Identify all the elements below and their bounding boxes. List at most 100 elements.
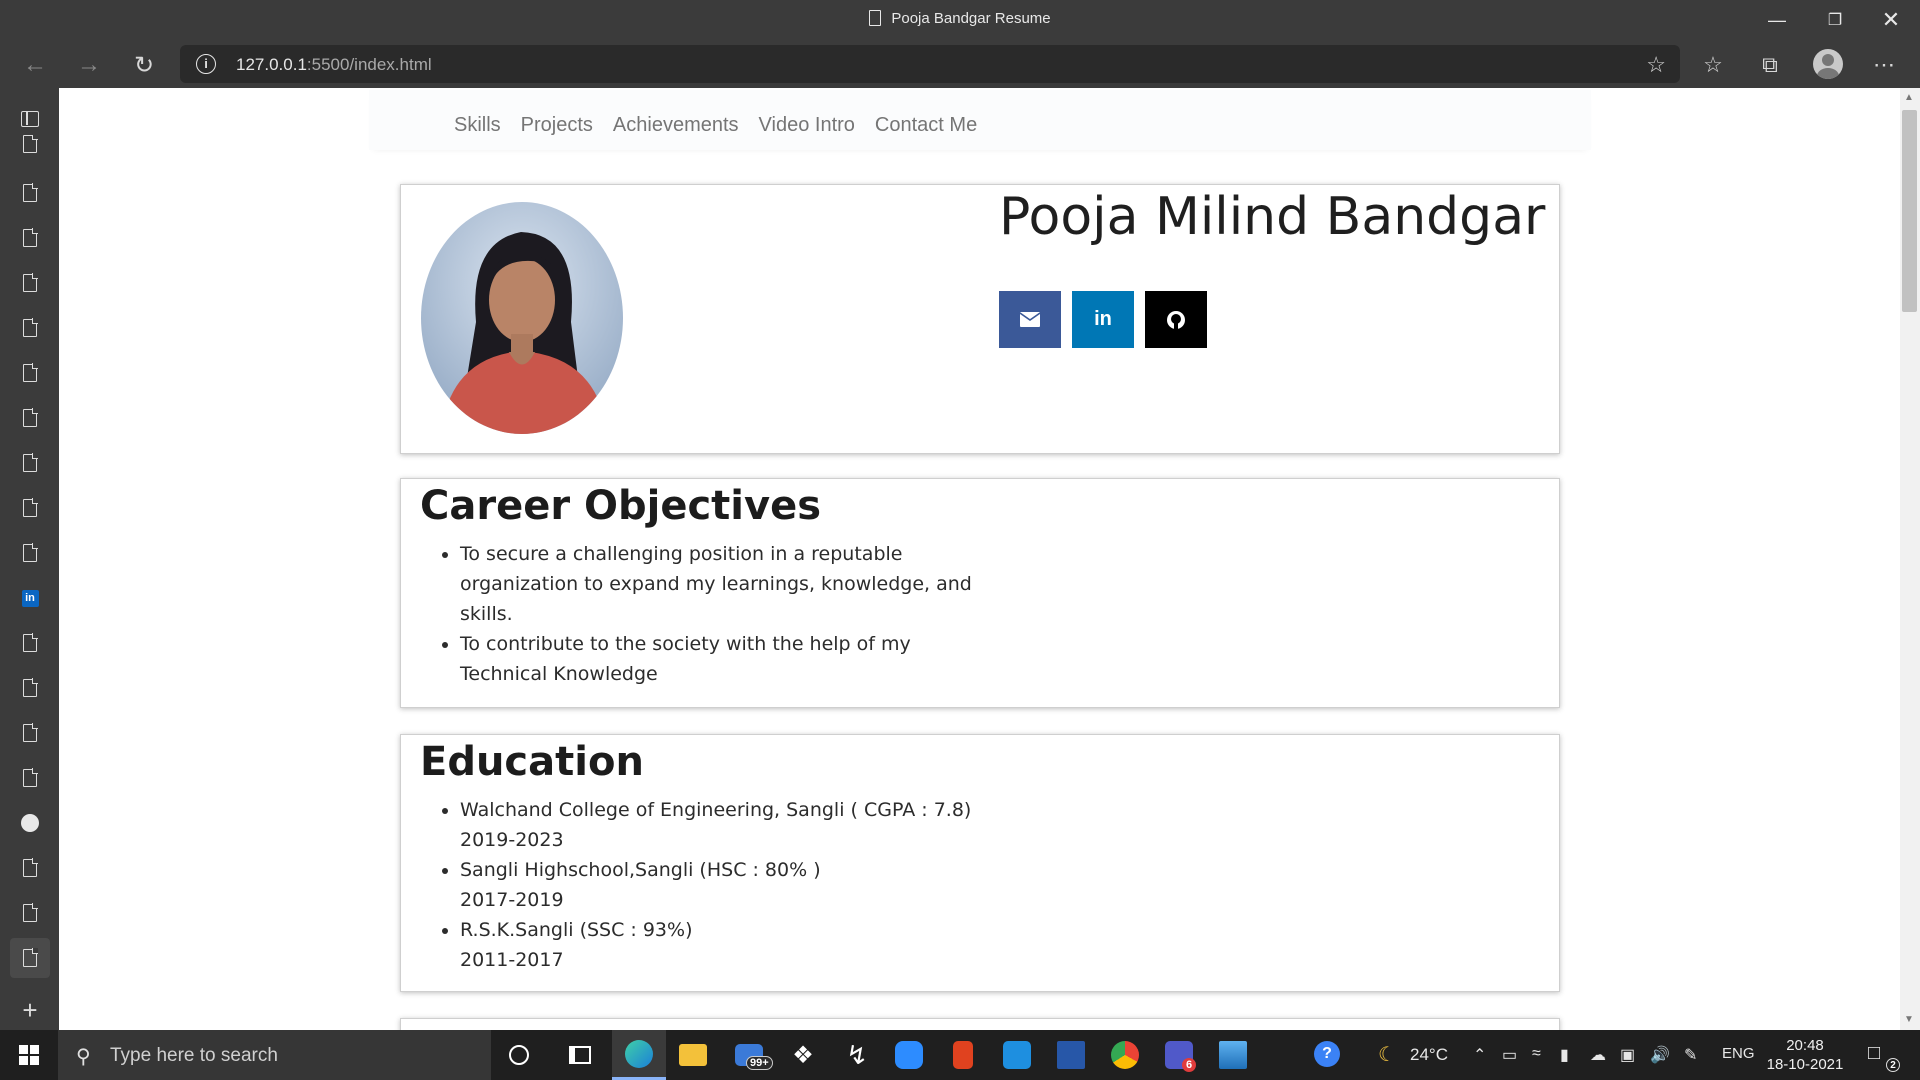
vertical-tab[interactable] [14, 312, 46, 344]
nav-link-projects[interactable]: Projects [521, 114, 593, 137]
close-button[interactable]: ✕ [1862, 0, 1920, 40]
minimize-button[interactable]: — [1748, 0, 1806, 40]
back-button[interactable]: ← [17, 47, 53, 83]
task-view-icon [569, 1046, 591, 1064]
site-info-icon[interactable]: i [196, 54, 216, 74]
list-item: To secure a challenging position in a re… [460, 539, 1000, 629]
profile-name: Pooja Milind Bandgar [999, 187, 1546, 247]
vertical-tab[interactable] [14, 852, 46, 884]
forward-button[interactable]: → [71, 47, 107, 83]
page-icon [23, 858, 38, 877]
email-button[interactable] [999, 291, 1061, 348]
vertical-tab[interactable] [14, 492, 46, 524]
page-icon [23, 498, 38, 517]
vertical-tab-active[interactable] [10, 938, 50, 978]
vertical-tab[interactable] [14, 177, 46, 209]
taskbar-mail-button[interactable]: 99+ [722, 1030, 776, 1080]
photos-icon [1219, 1041, 1247, 1069]
vertical-tab[interactable] [14, 222, 46, 254]
taskbar-file-explorer-button[interactable] [666, 1030, 720, 1080]
window-titlebar: Pooja Bandgar Resume — ❐ ✕ [0, 0, 1920, 41]
pen-icon[interactable]: ✎ [1684, 1045, 1697, 1065]
window-title: Pooja Bandgar Resume [0, 10, 1920, 27]
profile-avatar[interactable] [1813, 49, 1843, 79]
vertical-tab[interactable] [14, 627, 46, 659]
taskbar-devc-button[interactable] [1044, 1030, 1098, 1080]
restore-button[interactable]: ❐ [1806, 0, 1864, 40]
address-bar[interactable]: i 127.0.0.1:5500/index.html ☆ [180, 45, 1680, 83]
network-icon[interactable]: ▣ [1620, 1045, 1635, 1065]
school-years: 2019-2023 [460, 829, 564, 851]
page-icon [23, 948, 38, 967]
vertical-tab[interactable] [14, 762, 46, 794]
nav-link-video-intro[interactable]: Video Intro [759, 114, 855, 137]
taskbar-search-box[interactable]: ⚲ Type here to search [58, 1030, 491, 1080]
taskbar-edge-button[interactable] [612, 1030, 666, 1080]
device-icon[interactable]: ▭ [1502, 1045, 1517, 1065]
github-button[interactable] [1145, 291, 1207, 348]
page-icon [23, 678, 38, 697]
help-icon[interactable]: ? [1314, 1041, 1340, 1067]
nav-link-achievements[interactable]: Achievements [613, 114, 739, 137]
mail-icon [1020, 312, 1040, 327]
scrollbar-thumb[interactable] [1902, 110, 1917, 312]
onedrive-icon[interactable]: ☁ [1590, 1045, 1606, 1065]
collections-icon[interactable]: ⧉ [1754, 49, 1786, 81]
linkedin-button[interactable]: in [1072, 291, 1134, 348]
vertical-tab[interactable] [14, 402, 46, 434]
add-favorite-icon[interactable]: ☆ [1646, 52, 1666, 78]
page-icon [23, 633, 38, 652]
taskbar-office-button[interactable] [936, 1030, 990, 1080]
vertical-tab[interactable] [14, 717, 46, 749]
scroll-up-arrow-icon[interactable]: ▲ [1904, 92, 1914, 103]
vertical-tab[interactable] [14, 897, 46, 929]
profile-photo [421, 202, 623, 434]
settings-more-icon[interactable]: ⋯ [1868, 49, 1900, 81]
new-tab-button[interactable]: + [14, 994, 46, 1026]
vertical-tab[interactable] [14, 357, 46, 389]
notifications-icon[interactable]: □ [1868, 1042, 1880, 1065]
taskbar-teams-button[interactable]: 6 [1152, 1030, 1206, 1080]
browser-toolbar: ← → ↻ i 127.0.0.1:5500/index.html ☆ ☆ ⧉ … [0, 41, 1920, 88]
taskbar-app-button[interactable]: ↯ [830, 1030, 884, 1080]
page-icon [23, 228, 38, 247]
clock-time: 20:48 [1786, 1037, 1824, 1054]
profile-card: Pooja Milind Bandgar in [400, 184, 1560, 454]
cortana-button[interactable] [492, 1030, 546, 1080]
volume-icon[interactable]: 🔊 [1650, 1045, 1670, 1065]
taskbar-photos-button[interactable] [1206, 1030, 1260, 1080]
weather-moon-icon[interactable]: ☾ [1378, 1042, 1396, 1067]
battery-icon[interactable]: ▮ [1560, 1045, 1569, 1065]
taskbar-zoom-button[interactable] [882, 1030, 936, 1080]
wifi-icon[interactable]: ≈ [1532, 1045, 1541, 1063]
scroll-down-arrow-icon[interactable]: ▼ [1904, 1014, 1914, 1025]
url-text[interactable]: 127.0.0.1:5500/index.html [236, 55, 432, 75]
next-section-card [400, 1018, 1560, 1030]
vertical-tab[interactable] [14, 447, 46, 479]
page-icon [23, 273, 38, 292]
taskbar-vscode-button[interactable] [990, 1030, 1044, 1080]
search-placeholder: Type here to search [110, 1045, 278, 1066]
taskbar-clock[interactable]: 20:48 18-10-2021 [1760, 1036, 1850, 1074]
vertical-tab[interactable] [14, 672, 46, 704]
nav-link-skills[interactable]: Skills [454, 114, 501, 137]
show-hidden-icons-icon[interactable]: ⌃ [1473, 1045, 1486, 1065]
vertical-tab-linkedin[interactable]: in [14, 582, 46, 614]
career-objectives-heading: Career Objectives [420, 483, 822, 529]
vertical-tab[interactable] [14, 135, 46, 153]
favorites-icon[interactable]: ☆ [1697, 49, 1729, 81]
vertical-tab[interactable] [14, 267, 46, 299]
start-button[interactable] [0, 1030, 58, 1080]
dev-cpp-icon [1057, 1041, 1085, 1069]
language-indicator[interactable]: ENG [1722, 1045, 1755, 1062]
taskbar-dropbox-button[interactable]: ❖ [776, 1030, 830, 1080]
page-icon [23, 903, 38, 922]
tab-actions-button[interactable] [14, 103, 46, 135]
vertical-tab[interactable] [14, 537, 46, 569]
refresh-button[interactable]: ↻ [126, 47, 162, 83]
task-view-button[interactable] [553, 1030, 607, 1080]
nav-link-contact-me[interactable]: Contact Me [875, 114, 977, 137]
vertical-tab-github[interactable] [14, 807, 46, 839]
weather-temperature[interactable]: 24°C [1410, 1045, 1448, 1065]
taskbar-chrome-button[interactable] [1098, 1030, 1152, 1080]
